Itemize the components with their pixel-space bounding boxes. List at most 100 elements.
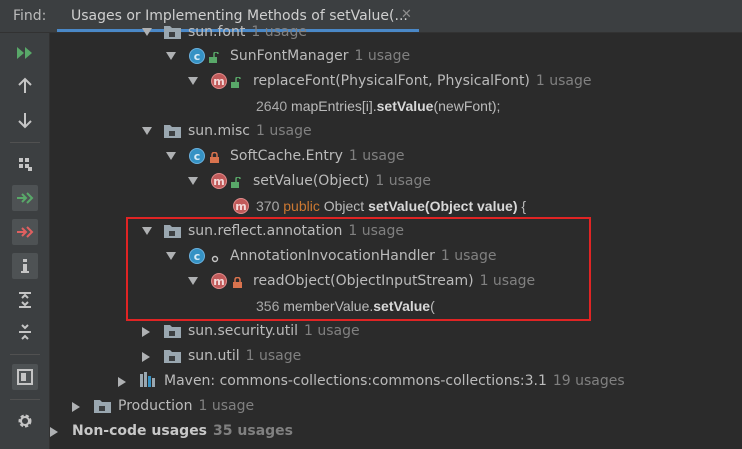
toolbar-separator	[10, 399, 40, 400]
tree-node-scope[interactable]: Production 1 usage	[49, 394, 742, 419]
code-text: Object	[323, 198, 365, 214]
tree-node-class[interactable]: c SunFontManager 1 usage	[49, 44, 742, 69]
usage-count: 1 usage	[354, 48, 411, 64]
tree-node-noncode[interactable]: Non-code usages 35 usages	[49, 419, 742, 444]
tree-node-class[interactable]: c SoftCache.Entry 1 usage	[49, 144, 742, 169]
chevron-down-icon[interactable]	[187, 69, 199, 94]
class-icon: c	[189, 48, 205, 64]
chevron-right-icon[interactable]	[49, 419, 61, 444]
chevron-right-icon[interactable]	[141, 319, 153, 344]
tree-node-usage-line[interactable]: 2640 mapEntries[i].setValue(newFont);	[49, 94, 742, 119]
line-number: 2640	[256, 98, 288, 114]
unlocked-icon	[209, 51, 219, 63]
lock-icon	[233, 276, 242, 288]
package-private-icon	[211, 251, 220, 263]
node-label: sun.security.util	[188, 323, 298, 339]
tree-node-usage-line[interactable]: 356 memberValue.setValue(	[49, 294, 742, 319]
tree-node-package[interactable]: sun.misc 1 usage	[49, 119, 742, 144]
chevron-down-icon[interactable]	[165, 244, 177, 269]
usage-count: 1 usage	[440, 248, 497, 264]
code-text: (	[430, 298, 435, 314]
usages-tree: sun.font 1 usage c SunFontManager 1 usage …	[49, 24, 742, 449]
chevron-down-icon[interactable]	[165, 144, 177, 169]
node-label: Production	[118, 398, 193, 414]
chevron-right-icon[interactable]	[117, 369, 129, 394]
node-label: sun.reflect.annotation	[188, 223, 343, 239]
usage-count: 1 usage	[348, 148, 405, 164]
node-label: sun.misc	[188, 123, 251, 139]
node-label: readObject(ObjectInputStream)	[253, 273, 474, 289]
line-number: 356	[256, 298, 280, 314]
tree-node-package[interactable]: sun.font 1 usage	[49, 20, 742, 45]
settings-icon[interactable]	[12, 408, 38, 434]
info-icon[interactable]	[12, 253, 38, 279]
merge-icon[interactable]	[12, 185, 38, 211]
next-occurrence-icon[interactable]	[12, 107, 38, 133]
usage-count: 1 usage	[348, 223, 405, 239]
code-match: setValue	[373, 298, 431, 314]
class-icon: c	[189, 148, 205, 164]
expand-all-icon[interactable]	[12, 287, 38, 313]
code-match: setValue(Object value)	[368, 198, 518, 214]
node-label: replaceFont(PhysicalFont, PhysicalFont)	[253, 73, 530, 89]
preview-icon[interactable]	[12, 364, 38, 390]
node-label: Maven: commons-collections:commons-colle…	[164, 373, 547, 389]
node-label: AnnotationInvocationHandler	[230, 248, 435, 264]
package-icon	[164, 325, 181, 338]
unlocked-icon	[231, 76, 241, 88]
tree-node-package[interactable]: sun.util 1 usage	[49, 344, 742, 369]
usage-count: 19 usages	[552, 373, 625, 389]
chevron-down-icon[interactable]	[187, 169, 199, 194]
method-icon: m	[211, 173, 227, 189]
usage-count: 1 usage	[198, 398, 255, 414]
node-label: Non-code usages	[72, 423, 208, 439]
line-number: 370	[256, 198, 280, 214]
library-icon	[140, 372, 158, 390]
chevron-down-icon[interactable]	[141, 219, 153, 244]
usage-count: 35 usages	[213, 423, 293, 439]
tree-node-usage-line[interactable]: m 370 public Object setValue(Object valu…	[49, 194, 742, 219]
tree-node-method[interactable]: m readObject(ObjectInputStream) 1 usage	[49, 269, 742, 294]
method-icon: m	[211, 273, 227, 289]
usage-count: 1 usage	[256, 123, 312, 139]
tree-node-method[interactable]: m setValue(Object) 1 usage	[49, 169, 742, 194]
lock-icon	[210, 151, 219, 163]
chevron-down-icon[interactable]	[141, 119, 153, 144]
previous-occurrence-icon[interactable]	[12, 73, 38, 99]
usage-count: 1 usage	[303, 323, 360, 339]
usage-count: 1 usage	[535, 73, 592, 89]
chevron-down-icon[interactable]	[187, 269, 199, 294]
find-toolbar	[0, 33, 50, 449]
tree-node-package[interactable]: sun.reflect.annotation 1 usage	[49, 219, 742, 244]
chevron-right-icon[interactable]	[71, 394, 83, 419]
code-text: {	[521, 198, 527, 214]
collapse-all-icon[interactable]	[12, 319, 38, 345]
navigate-icon[interactable]	[12, 219, 38, 245]
code-text: mapEntries[i].	[291, 98, 377, 114]
chevron-down-icon[interactable]	[165, 44, 177, 69]
tree-node-class[interactable]: c AnnotationInvocationHandler 1 usage	[49, 244, 742, 269]
find-label: Find:	[13, 8, 47, 24]
tree-node-method[interactable]: m replaceFont(PhysicalFont, PhysicalFont…	[49, 69, 742, 94]
tree-node-package[interactable]: sun.security.util 1 usage	[49, 319, 742, 344]
package-icon	[164, 26, 181, 39]
code-keyword: public	[283, 198, 320, 214]
class-icon: c	[189, 248, 205, 264]
toolbar-separator	[10, 142, 40, 143]
tree-node-library[interactable]: Maven: commons-collections:commons-colle…	[49, 369, 742, 394]
rerun-icon[interactable]	[12, 40, 38, 66]
method-icon: m	[211, 73, 227, 89]
folder-icon	[94, 400, 111, 413]
chevron-down-icon[interactable]	[141, 20, 153, 45]
chevron-right-icon[interactable]	[141, 344, 153, 369]
usage-count: 1 usage	[375, 173, 431, 189]
node-label: setValue(Object)	[253, 173, 370, 189]
package-icon	[164, 350, 181, 363]
code-text: (newFont);	[433, 98, 501, 114]
unlocked-icon	[231, 176, 241, 188]
toolbar-separator	[10, 354, 40, 355]
group-by-icon[interactable]	[12, 151, 38, 177]
package-icon	[164, 225, 181, 238]
node-label: SoftCache.Entry	[230, 148, 343, 164]
node-label: sun.font	[188, 24, 246, 40]
